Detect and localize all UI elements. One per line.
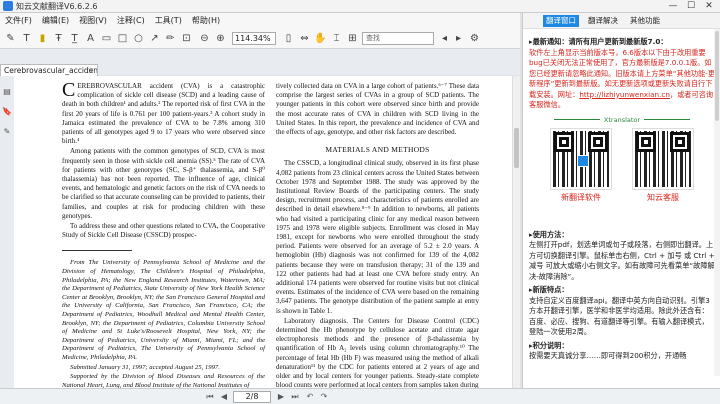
- methods-paragraph: The CSSCD, a longitudinal clinical study…: [276, 159, 479, 315]
- strikeout-icon[interactable]: Ŧ: [52, 32, 65, 45]
- hand-tool-icon[interactable]: ✋: [314, 32, 327, 45]
- menu-comment[interactable]: 注释(C): [112, 15, 150, 26]
- qr-section-title: Xtranslator: [529, 115, 715, 126]
- zoom-in-icon[interactable]: ⊕: [214, 32, 227, 45]
- navigate-forward-icon[interactable]: ↷: [319, 392, 329, 402]
- find-options-icon[interactable]: ⚙: [468, 32, 481, 45]
- notice-text: 软件左上角显示当前版本号，6.6版本以下由于改用重要bug已关闭无法正常使用了，…: [529, 47, 716, 110]
- footnote-divider: [62, 250, 132, 252]
- stamp-icon[interactable]: ⊡: [180, 32, 193, 45]
- select-tool-icon[interactable]: ⌶: [330, 32, 343, 45]
- find-previous-icon[interactable]: ◂: [438, 32, 451, 45]
- pdf-page[interactable]: C EREBROVASCULAR accident (CVA) is a cata…: [62, 76, 512, 388]
- menu-file[interactable]: 文件(F): [0, 15, 37, 26]
- thumbnails-icon[interactable]: ▤: [2, 86, 12, 96]
- zoom-out-icon[interactable]: ⊖: [198, 32, 211, 45]
- features-text: 支持自定义百度翻译api。翻译中英方向自动识别。引擎3方本开翻译引擎，医学和非医…: [529, 295, 710, 337]
- drop-cap: C: [62, 79, 76, 101]
- zoom-level-select[interactable]: 114.34%: [232, 32, 276, 45]
- ellipse-icon[interactable]: ○: [132, 32, 145, 45]
- left-sidebar: ▤ 🔖 ✎: [0, 76, 14, 388]
- left-column: C EREBROVASCULAR accident (CVA) is a cata…: [62, 79, 265, 388]
- menu-view[interactable]: 视图(V): [74, 15, 112, 26]
- score-text: 按需要天真诚分享……即可得到200积分，开通畅: [529, 351, 687, 360]
- submission-footnote: Submitted January 31, 1997; accepted Aug…: [70, 363, 220, 371]
- website-link[interactable]: http://lizhiyunwenxian.cn: [579, 90, 670, 99]
- qr-code-support: [632, 127, 694, 190]
- window-title: 知云文献翻译V6.6.2.6: [16, 2, 98, 11]
- tab-document-label: Cerebrovascular_accidents_i...: [4, 66, 98, 75]
- search-input[interactable]: 查找: [362, 32, 434, 45]
- document-viewport[interactable]: C EREBROVASCULAR accident (CVA) is a cata…: [14, 76, 512, 388]
- first-page-icon[interactable]: ⏮: [205, 392, 215, 402]
- maximize-button[interactable]: ☐: [682, 0, 700, 12]
- underline-icon[interactable]: T̲: [68, 32, 81, 45]
- body-paragraph: Among patients with the common genotypes…: [62, 147, 265, 220]
- intro-paragraph: C EREBROVASCULAR accident (CVA) is a cata…: [62, 79, 265, 146]
- menu-help[interactable]: 帮助(H): [187, 15, 225, 26]
- toolbar: ✎ T ▮ Ŧ T̲ A ▭ □ ○ ↗ ✏ ⊡ ⊖ ⊕ 114.34% ▯ ⇔…: [0, 27, 520, 49]
- document-scrollbar[interactable]: [512, 76, 520, 388]
- page-number-input[interactable]: 2/8: [233, 391, 271, 403]
- navigate-back-icon[interactable]: ↶: [305, 392, 315, 402]
- window-controls: — ☐ ✕: [664, 0, 718, 13]
- fit-page-icon[interactable]: ▯: [282, 32, 295, 45]
- menu-bar: 文件(F) 编辑(E) 视图(V) 注释(C) 工具(T) 帮助(H): [0, 13, 520, 27]
- bookmarks-icon[interactable]: 🔖: [2, 106, 12, 116]
- tab-document[interactable]: Cerebrovascular_accidents_i... ×: [0, 64, 98, 76]
- qr-label-support: 知云客服: [647, 192, 679, 202]
- fit-width-icon[interactable]: ⇔: [298, 32, 311, 45]
- translation-scroll-thumb[interactable]: [715, 31, 719, 121]
- arrow-icon[interactable]: ↗: [148, 32, 161, 45]
- document-scroll-thumb[interactable]: [514, 128, 519, 168]
- close-button[interactable]: ✕: [700, 0, 718, 12]
- highlight-icon[interactable]: ▮: [36, 32, 49, 45]
- title-bar: 知云文献翻译V6.6.2.6 — ☐ ✕: [0, 0, 720, 13]
- app-logo-icon: [3, 1, 13, 11]
- translation-content[interactable]: ▸最新通知：请所有用户更新到最新版7.0： 软件左上角显示当前版本号，6.6版本…: [529, 34, 715, 362]
- next-page-icon[interactable]: ▶: [276, 392, 286, 402]
- usage-heading: ▸使用方法：: [529, 229, 569, 239]
- tab-translation-window[interactable]: 翻译窗口: [543, 15, 579, 27]
- snapshot-icon[interactable]: ⊞: [346, 32, 359, 45]
- translation-panel: 翻译窗口 翻译解决 其他功能 ▸最新通知：请所有用户更新到最新版7.0： 软件左…: [522, 13, 720, 388]
- menu-edit[interactable]: 编辑(E): [37, 15, 74, 26]
- app-window: 知云文献翻译V6.6.2.6 — ☐ ✕ 文件(F) 编辑(E) 视图(V) 注…: [0, 0, 720, 404]
- usage-text: 左侧打开pdf，划选单词或句子或段落，右侧即出翻译。上方可切换翻译引擎。鼠标单击…: [529, 240, 715, 281]
- lab-diagnosis-paragraph: Laboratory diagnosis. The Centers for Di…: [276, 316, 479, 388]
- section-heading: MATERIALS AND METHODS: [325, 145, 430, 155]
- last-page-icon[interactable]: ⏭: [290, 392, 300, 402]
- edit-text-icon[interactable]: ✎: [4, 32, 17, 45]
- tab-other-features[interactable]: 其他功能: [627, 15, 663, 27]
- translation-panel-header: 翻译窗口 翻译解决 其他功能: [523, 13, 720, 29]
- find-next-icon[interactable]: ▸: [452, 32, 465, 45]
- qr-label-software: 新翻译软件: [561, 192, 601, 202]
- notice-heading: ▸最新通知：请所有用户更新到最新版7.0：: [529, 37, 668, 46]
- support-footnote: Supported by the Division of Blood Disea…: [62, 373, 265, 388]
- right-column: tively collected data on CVA in a large …: [276, 82, 479, 388]
- note-icon[interactable]: ▭: [100, 32, 113, 45]
- previous-page-icon[interactable]: ◀: [219, 392, 229, 402]
- text-tool-icon[interactable]: T: [20, 32, 33, 45]
- qr-code-section: Xtranslator 新翻译软件 知云客服: [529, 115, 715, 227]
- qr-code-software: [550, 127, 612, 190]
- status-bar: ⏮ ◀ 2/8 ▶ ⏭ ↶ ↷: [0, 388, 720, 404]
- score-heading: ▸积分说明：: [529, 340, 569, 350]
- translation-scrollbar[interactable]: [714, 29, 720, 376]
- body-paragraph: To address these and other questions rel…: [62, 222, 265, 240]
- continued-paragraph: tively collected data on CVA in a large …: [276, 82, 479, 137]
- menu-tools[interactable]: 工具(T): [150, 15, 187, 26]
- text-box-icon[interactable]: A: [84, 32, 97, 45]
- minimize-button[interactable]: —: [664, 0, 682, 12]
- tab-close-icon[interactable]: ×: [87, 65, 94, 76]
- features-heading: ▸新版特点：: [529, 285, 569, 294]
- qr-logo-icon: [577, 154, 589, 167]
- pencil-icon[interactable]: ✏: [164, 32, 177, 45]
- tab-troubleshoot[interactable]: 翻译解决: [585, 15, 621, 27]
- annotations-icon[interactable]: ✎: [2, 126, 12, 136]
- rectangle-icon[interactable]: □: [116, 32, 129, 45]
- affiliation-footnote: From The University of Pennsylvania Scho…: [62, 259, 265, 361]
